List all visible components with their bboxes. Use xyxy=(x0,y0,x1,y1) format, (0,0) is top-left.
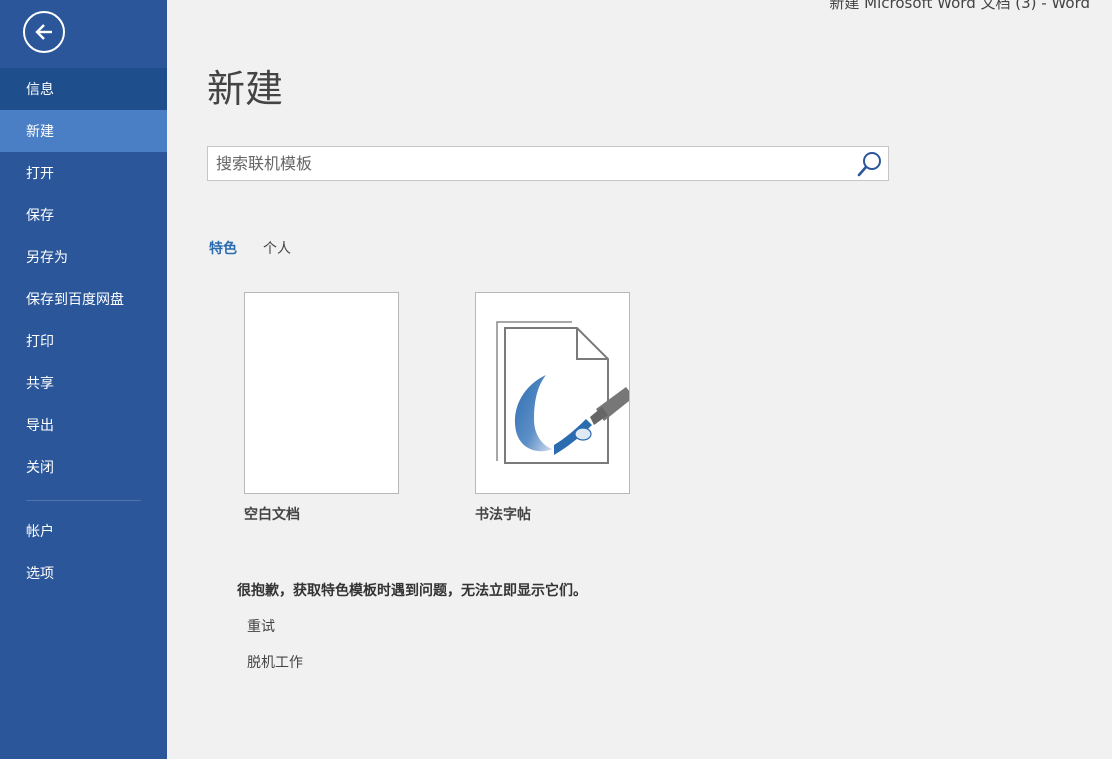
page-title: 新建 xyxy=(207,67,284,111)
nav-item-label: 信息 xyxy=(26,82,54,98)
nav-item-label: 帐户 xyxy=(26,524,54,540)
nav-item-label: 选项 xyxy=(26,566,54,582)
nav-item-save-to-baidu[interactable]: 保存到百度网盘 xyxy=(0,278,167,320)
nav-item-label: 打开 xyxy=(26,166,54,182)
template-thumbnail xyxy=(244,292,399,494)
nav-item-open[interactable]: 打开 xyxy=(0,152,167,194)
back-button[interactable] xyxy=(23,11,65,53)
nav-item-label: 另存为 xyxy=(26,250,68,266)
nav-item-save-as[interactable]: 另存为 xyxy=(0,236,167,278)
nav-item-label: 保存到百度网盘 xyxy=(26,292,124,308)
nav-item-label: 新建 xyxy=(26,124,54,140)
nav-item-close[interactable]: 关闭 xyxy=(0,446,167,488)
template-blank-document[interactable]: 空白文档 xyxy=(244,292,399,524)
nav-item-info[interactable]: 信息 xyxy=(0,68,167,110)
nav-item-label: 导出 xyxy=(26,418,54,434)
nav-item-save[interactable]: 保存 xyxy=(0,194,167,236)
templates-error-message: 很抱歉，获取特色模板时遇到问题，无法立即显示它们。 xyxy=(237,583,587,599)
tab-personal[interactable]: 个人 xyxy=(263,238,291,258)
tab-featured[interactable]: 特色 xyxy=(209,238,237,258)
template-calligraphy[interactable]: 书法字帖 xyxy=(475,292,630,524)
retry-link[interactable]: 重试 xyxy=(247,616,275,636)
nav-item-label: 共享 xyxy=(26,376,54,392)
calligraphy-icon xyxy=(496,321,629,464)
nav-item-new[interactable]: 新建 xyxy=(0,110,167,152)
arrow-left-icon xyxy=(35,24,52,40)
window-title: 新建 Microsoft Word 文档 (3) - Word xyxy=(829,0,1090,12)
nav-item-share[interactable]: 共享 xyxy=(0,362,167,404)
nav-item-print[interactable]: 打印 xyxy=(0,320,167,362)
template-label: 空白文档 xyxy=(244,507,300,523)
nav-item-label: 关闭 xyxy=(26,460,54,476)
search-input[interactable] xyxy=(208,147,848,180)
work-offline-link[interactable]: 脱机工作 xyxy=(247,652,303,672)
search-icon xyxy=(857,151,881,176)
template-label: 书法字帖 xyxy=(475,507,531,523)
nav-item-label: 保存 xyxy=(26,208,54,224)
nav-item-export[interactable]: 导出 xyxy=(0,404,167,446)
nav-item-label: 打印 xyxy=(26,334,54,350)
backstage-sidebar: 信息 新建 打开 保存 另存为 保存到百度网盘 打印 共享 导出 关闭 帐户 选… xyxy=(0,0,167,759)
search-button[interactable] xyxy=(854,148,886,179)
nav-divider xyxy=(26,500,141,501)
nav-item-options[interactable]: 选项 xyxy=(0,552,167,594)
template-search-box xyxy=(207,146,889,181)
template-thumbnail xyxy=(475,292,630,494)
nav-item-account[interactable]: 帐户 xyxy=(0,510,167,552)
